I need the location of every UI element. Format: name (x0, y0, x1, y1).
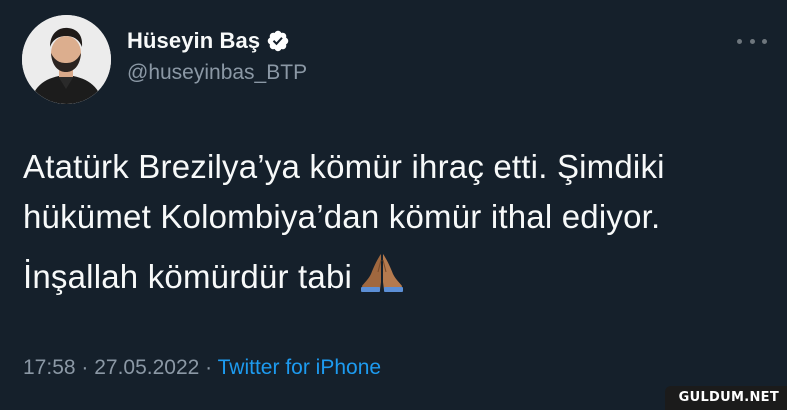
avatar[interactable] (22, 15, 111, 104)
tweet-date[interactable]: 27.05.2022 (94, 356, 199, 379)
folded-hands-icon (360, 252, 404, 292)
meta-separator: · (75, 356, 95, 379)
author-name-row: Hüseyin Baş (127, 27, 290, 55)
tweet-paragraph-2-text: İnşallah kömürdür tabi (23, 258, 353, 295)
tweet-time[interactable]: 17:58 (23, 356, 76, 379)
more-dot (762, 38, 767, 44)
author-display-name[interactable]: Hüseyin Baş (127, 28, 260, 54)
author-handle[interactable]: @huseyinbas_BTP (127, 61, 307, 85)
more-dot (749, 38, 755, 44)
more-options-icon[interactable] (737, 32, 767, 50)
meta-separator: · (199, 356, 218, 379)
tweet-source-link[interactable]: Twitter for iPhone (218, 356, 381, 379)
more-dot (737, 38, 742, 44)
verified-badge-icon (266, 29, 290, 53)
site-watermark: GULDUM.NET (664, 386, 787, 410)
tweet-paragraph-2: İnşallah kömürdür tabi (23, 252, 773, 302)
tweet-paragraph-1: Atatürk Brezilya’ya kömür ihraç etti. Şi… (23, 148, 665, 235)
tweet-text: Atatürk Brezilya’ya kömür ihraç etti. Şi… (23, 142, 773, 302)
tweet-meta: 17:58 · 27.05.2022 · Twitter for iPhone (23, 356, 381, 380)
